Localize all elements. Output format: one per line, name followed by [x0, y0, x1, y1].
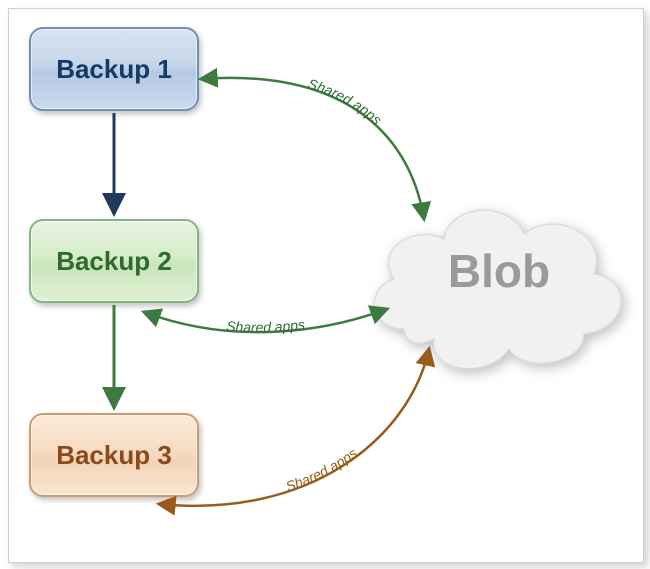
diagram-canvas: Backup 1 Backup 2 Backup 3 Blob: [0, 0, 650, 569]
node-blob-label: Blob: [419, 244, 579, 298]
node-backup-2-label: Backup 2: [56, 246, 172, 277]
diagram-panel: Backup 1 Backup 2 Backup 3 Blob: [8, 8, 644, 563]
edge-label-b2-blob: Shared apps: [226, 316, 306, 335]
arrow-b2-to-blob: [144, 309, 387, 332]
node-backup-3: Backup 3: [29, 413, 199, 497]
node-backup-3-label: Backup 3: [56, 440, 172, 471]
node-backup-2: Backup 2: [29, 219, 199, 303]
edge-label-b1-blob: Shared apps: [306, 75, 385, 127]
edge-label-b3-blob: Shared apps: [284, 445, 360, 495]
node-backup-1-label: Backup 1: [56, 54, 172, 85]
node-backup-1: Backup 1: [29, 27, 199, 111]
